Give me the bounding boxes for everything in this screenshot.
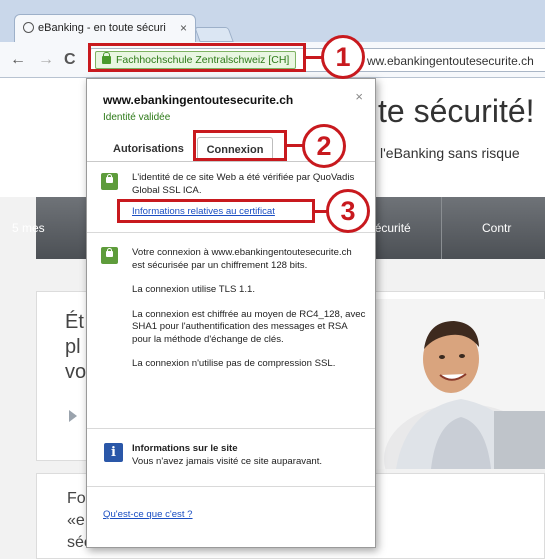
callout-box-3 [117, 199, 315, 223]
callout-line-2 [287, 144, 303, 147]
site-info-section: i Informations sur le site Vous n'avez j… [87, 429, 375, 487]
site-info-description: Vous n'avez jamais visité ce site aupara… [132, 455, 323, 467]
callout-box-2 [193, 130, 287, 161]
reload-icon[interactable]: C [64, 51, 76, 69]
identity-verified-label: Identité validée [103, 112, 171, 123]
forward-arrow-icon[interactable]: → [38, 51, 54, 69]
globe-icon [23, 22, 34, 33]
close-icon[interactable]: × [355, 89, 363, 104]
connection-encryption-text: Votre connexion à www.ebankingentoutesec… [132, 247, 352, 271]
lock-icon [101, 247, 118, 264]
nav-divider [441, 197, 442, 259]
play-arrow-icon[interactable] [69, 410, 77, 422]
tab-close-button[interactable]: × [180, 21, 187, 35]
info-icon: i [104, 443, 123, 462]
callout-marker-2: 2 [302, 124, 346, 168]
page-title: te sécurité! [378, 93, 535, 129]
hero-line: pl [65, 336, 81, 358]
site-info-title: Informations sur le site [132, 443, 238, 454]
connection-section: Votre connexion à www.ebankingentoutesec… [87, 233, 375, 429]
tab-strip: eBanking - en toute sécuri × [0, 0, 545, 42]
hero-line: Ét [65, 311, 84, 333]
lock-icon [101, 173, 118, 190]
callout-marker-3: 3 [326, 189, 370, 233]
identity-text: L'identité de ce site Web a été vérifiée… [132, 172, 355, 196]
browser-tab[interactable]: eBanking - en toute sécuri × [14, 14, 196, 42]
connection-compression-text: La connexion n'utilise pas de compressio… [132, 358, 336, 369]
tab-title: eBanking - en toute sécuri [38, 22, 166, 34]
connection-cipher-text: La connexion est chiffrée au moyen de RC… [132, 308, 366, 345]
connection-protocol-text: La connexion utilise TLS 1.1. [132, 284, 256, 295]
connection-details: Votre connexion à www.ebankingentoutesec… [132, 247, 367, 371]
person-photo [376, 299, 545, 469]
nav-item-right[interactable]: Contr [482, 221, 511, 235]
back-arrow-icon[interactable]: ← [10, 51, 26, 69]
callout-box-1 [88, 43, 306, 72]
popup-domain: www.ebankingentoutesecurite.ch [103, 93, 294, 107]
callout-marker-1: 1 [321, 35, 365, 79]
hero-text: Ét pl vo [65, 310, 86, 385]
url-text: ww.ebankingentoutesecurite.ch [367, 54, 534, 68]
page-subtitle: l'eBanking sans risque [380, 145, 520, 161]
hero-line: vo [65, 361, 87, 383]
help-link[interactable]: Qu'est-ce que c'est ? [103, 509, 193, 520]
new-tab-button[interactable] [194, 27, 234, 42]
tab-permissions[interactable]: Autorisations [113, 143, 184, 155]
callout-line-1 [306, 56, 322, 59]
site-info-text: Informations sur le site Vous n'avez jam… [132, 443, 367, 468]
nav-item-left[interactable]: 5 mes [12, 221, 45, 235]
